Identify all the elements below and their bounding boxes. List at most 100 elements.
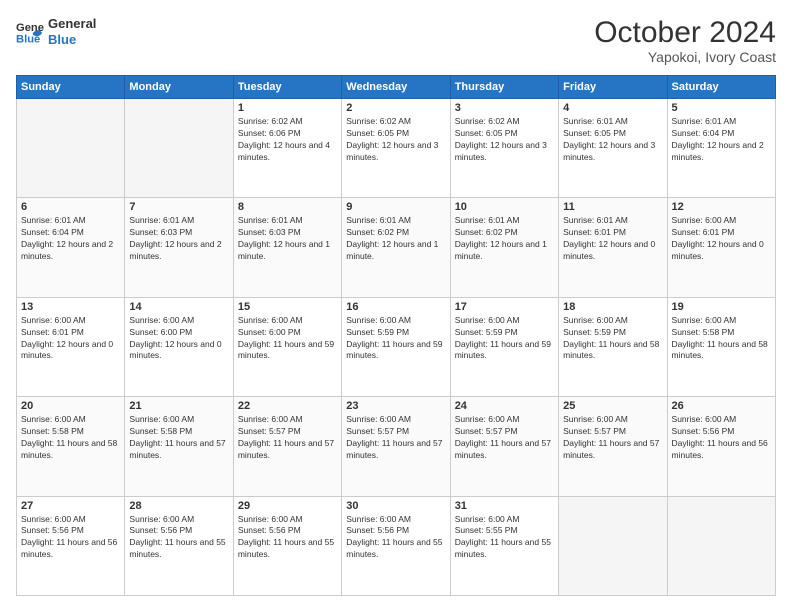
day-info: Sunrise: 6:00 AMSunset: 5:57 PMDaylight:…: [455, 414, 554, 462]
day-info: Sunrise: 6:01 AMSunset: 6:04 PMDaylight:…: [21, 215, 120, 263]
table-row: 6 Sunrise: 6:01 AMSunset: 6:04 PMDaylight…: [17, 198, 125, 297]
svg-text:Blue: Blue: [16, 33, 40, 45]
table-row: [667, 496, 775, 595]
day-number: 12: [672, 201, 771, 213]
table-row: 23 Sunrise: 6:00 AMSunset: 5:57 PMDayligh…: [342, 397, 450, 496]
day-info: Sunrise: 6:02 AMSunset: 6:05 PMDaylight:…: [455, 116, 554, 164]
day-info: Sunrise: 6:00 AMSunset: 5:58 PMDaylight:…: [129, 414, 228, 462]
col-wednesday: Wednesday: [342, 76, 450, 99]
day-info: Sunrise: 6:01 AMSunset: 6:02 PMDaylight:…: [346, 215, 445, 263]
table-row: 17Sunrise: 6:00 AMSunset: 5:59 PMDayligh…: [450, 297, 558, 396]
table-row: 1Sunrise: 6:02 AMSunset: 6:06 PMDaylight…: [233, 99, 341, 198]
day-number: 29: [238, 500, 337, 512]
week-row-1: 6 Sunrise: 6:01 AMSunset: 6:04 PMDaylight…: [17, 198, 776, 297]
col-tuesday: Tuesday: [233, 76, 341, 99]
day-number: 20: [21, 400, 120, 412]
day-number: 5: [672, 102, 771, 114]
table-row: 3 Sunrise: 6:02 AMSunset: 6:05 PMDaylight…: [450, 99, 558, 198]
day-info: Sunrise: 6:00 AMSunset: 5:59 PMDaylight:…: [563, 315, 662, 363]
day-number: 13: [21, 301, 120, 313]
day-number: 16: [346, 301, 445, 313]
table-row: 27 Sunrise: 6:00 AMSunset: 5:56 PMDayligh…: [17, 496, 125, 595]
day-info: Sunrise: 6:00 AMSunset: 5:56 PMDaylight:…: [346, 514, 445, 562]
day-number: 27: [21, 500, 120, 512]
day-number: 11: [563, 201, 662, 213]
day-info: Sunrise: 6:01 AMSunset: 6:04 PMDaylight:…: [672, 116, 771, 164]
day-info: Sunrise: 6:00 AMSunset: 6:00 PMDaylight:…: [238, 315, 337, 363]
table-row: 19Sunrise: 6:00 AMSunset: 5:58 PMDayligh…: [667, 297, 775, 396]
day-number: 22: [238, 400, 337, 412]
day-info: Sunrise: 6:02 AMSunset: 6:06 PMDaylight:…: [238, 116, 337, 164]
col-sunday: Sunday: [17, 76, 125, 99]
col-saturday: Saturday: [667, 76, 775, 99]
day-info: Sunrise: 6:00 AMSunset: 5:59 PMDaylight:…: [455, 315, 554, 363]
day-info: Sunrise: 6:00 AMSunset: 5:59 PMDaylight:…: [346, 315, 445, 363]
table-row: 31Sunrise: 6:00 AMSunset: 5:55 PMDayligh…: [450, 496, 558, 595]
week-row-3: 20 Sunrise: 6:00 AMSunset: 5:58 PMDayligh…: [17, 397, 776, 496]
location: Yapokoi, Ivory Coast: [594, 49, 776, 65]
header-row: Sunday Monday Tuesday Wednesday Thursday…: [17, 76, 776, 99]
day-number: 18: [563, 301, 662, 313]
day-info: Sunrise: 6:00 AMSunset: 5:58 PMDaylight:…: [21, 414, 120, 462]
table-row: 28 Sunrise: 6:00 AMSunset: 5:56 PMDayligh…: [125, 496, 233, 595]
day-number: 2: [346, 102, 445, 114]
table-row: 20 Sunrise: 6:00 AMSunset: 5:58 PMDayligh…: [17, 397, 125, 496]
col-thursday: Thursday: [450, 76, 558, 99]
title-block: October 2024 Yapokoi, Ivory Coast: [594, 16, 776, 65]
header: General Blue General Blue October 2024 Y…: [16, 16, 776, 65]
day-info: Sunrise: 6:01 AMSunset: 6:03 PMDaylight:…: [129, 215, 228, 263]
day-info: Sunrise: 6:00 AMSunset: 5:57 PMDaylight:…: [346, 414, 445, 462]
day-number: 21: [129, 400, 228, 412]
day-number: 9: [346, 201, 445, 213]
table-row: 5 Sunrise: 6:01 AMSunset: 6:04 PMDaylight…: [667, 99, 775, 198]
col-monday: Monday: [125, 76, 233, 99]
day-number: 30: [346, 500, 445, 512]
table-row: 11Sunrise: 6:01 AMSunset: 6:01 PMDayligh…: [559, 198, 667, 297]
logo-icon: General Blue: [16, 18, 44, 46]
col-friday: Friday: [559, 76, 667, 99]
logo: General Blue General Blue: [16, 16, 96, 47]
day-number: 3: [455, 102, 554, 114]
day-info: Sunrise: 6:00 AMSunset: 6:01 PMDaylight:…: [672, 215, 771, 263]
day-info: Sunrise: 6:00 AMSunset: 5:57 PMDaylight:…: [238, 414, 337, 462]
table-row: 24 Sunrise: 6:00 AMSunset: 5:57 PMDayligh…: [450, 397, 558, 496]
table-row: 29 Sunrise: 6:00 AMSunset: 5:56 PMDayligh…: [233, 496, 341, 595]
day-number: 26: [672, 400, 771, 412]
week-row-0: 1Sunrise: 6:02 AMSunset: 6:06 PMDaylight…: [17, 99, 776, 198]
day-info: Sunrise: 6:00 AMSunset: 5:56 PMDaylight:…: [21, 514, 120, 562]
day-number: 15: [238, 301, 337, 313]
table-row: 7 Sunrise: 6:01 AMSunset: 6:03 PMDaylight…: [125, 198, 233, 297]
day-number: 23: [346, 400, 445, 412]
logo-text-general: General: [48, 16, 96, 32]
table-row: 4 Sunrise: 6:01 AMSunset: 6:05 PMDaylight…: [559, 99, 667, 198]
day-number: 25: [563, 400, 662, 412]
day-number: 24: [455, 400, 554, 412]
table-row: 15 Sunrise: 6:00 AMSunset: 6:00 PMDayligh…: [233, 297, 341, 396]
logo-text-blue: Blue: [48, 32, 96, 48]
table-row: 13Sunrise: 6:00 AMSunset: 6:01 PMDayligh…: [17, 297, 125, 396]
table-row: [17, 99, 125, 198]
table-row: 9 Sunrise: 6:01 AMSunset: 6:02 PMDaylight…: [342, 198, 450, 297]
table-row: 18 Sunrise: 6:00 AMSunset: 5:59 PMDayligh…: [559, 297, 667, 396]
week-row-2: 13Sunrise: 6:00 AMSunset: 6:01 PMDayligh…: [17, 297, 776, 396]
calendar-table: Sunday Monday Tuesday Wednesday Thursday…: [16, 75, 776, 596]
day-info: Sunrise: 6:01 AMSunset: 6:05 PMDaylight:…: [563, 116, 662, 164]
table-row: 25 Sunrise: 6:00 AMSunset: 5:57 PMDayligh…: [559, 397, 667, 496]
day-number: 14: [129, 301, 228, 313]
day-number: 7: [129, 201, 228, 213]
day-info: Sunrise: 6:02 AMSunset: 6:05 PMDaylight:…: [346, 116, 445, 164]
day-number: 4: [563, 102, 662, 114]
day-info: Sunrise: 6:00 AMSunset: 5:57 PMDaylight:…: [563, 414, 662, 462]
day-info: Sunrise: 6:01 AMSunset: 6:02 PMDaylight:…: [455, 215, 554, 263]
table-row: 21 Sunrise: 6:00 AMSunset: 5:58 PMDayligh…: [125, 397, 233, 496]
table-row: 30 Sunrise: 6:00 AMSunset: 5:56 PMDayligh…: [342, 496, 450, 595]
table-row: 2 Sunrise: 6:02 AMSunset: 6:05 PMDaylight…: [342, 99, 450, 198]
week-row-4: 27 Sunrise: 6:00 AMSunset: 5:56 PMDayligh…: [17, 496, 776, 595]
day-info: Sunrise: 6:00 AMSunset: 5:56 PMDaylight:…: [238, 514, 337, 562]
day-number: 28: [129, 500, 228, 512]
day-number: 31: [455, 500, 554, 512]
day-number: 6: [21, 201, 120, 213]
day-info: Sunrise: 6:00 AMSunset: 6:00 PMDaylight:…: [129, 315, 228, 363]
table-row: 16 Sunrise: 6:00 AMSunset: 5:59 PMDayligh…: [342, 297, 450, 396]
day-info: Sunrise: 6:00 AMSunset: 5:56 PMDaylight:…: [129, 514, 228, 562]
